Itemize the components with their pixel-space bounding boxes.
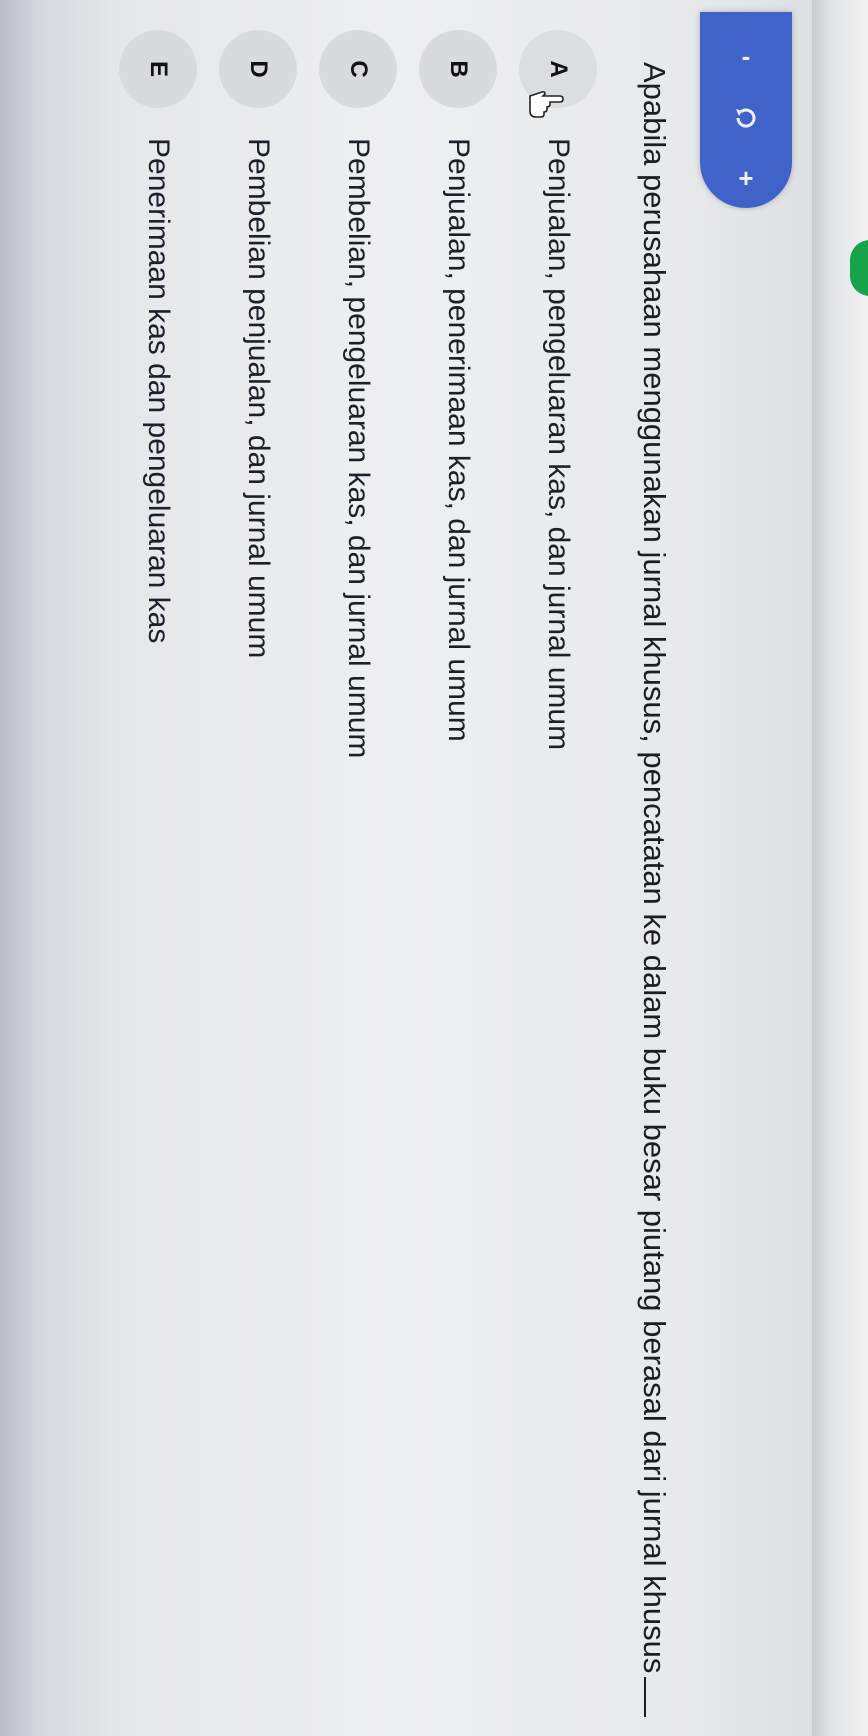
option-text: Penjualan, penerimaan kas, dan jurnal um… — [442, 138, 475, 742]
option-text: Pembelian, pengeluaran kas, dan jurnal u… — [342, 138, 375, 759]
option-a[interactable]: A Penjualan, pengeluaran kas, dan jurnal… — [508, 30, 608, 758]
answer-options: A Penjualan, pengeluaran kas, dan jurnal… — [108, 30, 608, 758]
option-b[interactable]: B Penjualan, penerimaan kas, dan jurnal … — [408, 30, 508, 758]
option-text: Penjualan, pengeluaran kas, dan jurnal u… — [542, 138, 575, 751]
option-text: Pembelian penjualan, dan jurnal umum — [242, 138, 275, 659]
option-letter: E — [119, 30, 197, 108]
quiz-content: Apabila perusahaan menggunakan jurnal kh… — [0, 0, 868, 1736]
answer-blank — [644, 1677, 664, 1718]
option-e[interactable]: E Penerimaan kas dan pengeluaran kas — [108, 30, 208, 758]
screen: - + Apabila perusahaan menggunakan jurna… — [0, 0, 868, 1736]
question-label: Apabila perusahaan menggunakan jurnal kh… — [637, 62, 672, 1674]
hand-cursor-icon — [529, 90, 564, 118]
option-letter: C — [319, 30, 397, 108]
option-d[interactable]: D Pembelian penjualan, dan jurnal umum — [208, 30, 308, 758]
option-letter: D — [219, 30, 297, 108]
option-c[interactable]: C Pembelian, pengeluaran kas, dan jurnal… — [308, 30, 408, 758]
option-text: Penerimaan kas dan pengeluaran kas — [142, 138, 175, 644]
question-text: Apabila perusahaan menggunakan jurnal kh… — [636, 62, 672, 1718]
option-letter: B — [419, 30, 497, 108]
